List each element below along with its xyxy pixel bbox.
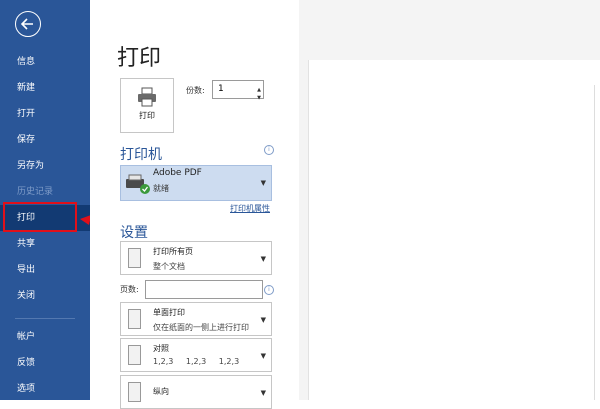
nav-open[interactable]: 打开 — [0, 101, 90, 127]
pages-icon — [128, 248, 141, 268]
dropdown-arrow-icon: ▼ — [260, 255, 266, 263]
preview-page — [308, 60, 600, 400]
nav-info[interactable]: 信息 — [0, 49, 90, 75]
sides-desc: 仅在纸面的一侧上进行打印 — [153, 323, 249, 332]
printer-select[interactable]: Adobe PDF 就绪 ▼ — [120, 165, 272, 201]
back-button[interactable] — [15, 11, 41, 37]
sides-select[interactable]: 单面打印 仅在纸面的一侧上进行打印 ▼ — [120, 302, 272, 336]
back-arrow-icon — [20, 18, 33, 30]
sides-label: 单面打印 — [153, 308, 185, 317]
orientation-label: 纵向 — [153, 387, 169, 396]
print-range-desc: 整个文档 — [153, 262, 185, 271]
print-range-label: 打印所有页 — [153, 247, 193, 256]
printer-name: Adobe PDF — [153, 168, 202, 178]
collate-select[interactable]: 对照 1,2,3 1,2,3 1,2,3 ▼ — [120, 338, 272, 372]
single-sided-icon — [128, 309, 141, 329]
print-panel: 打印 打印 份数: 1 ▲ ▼ 打印机 i Adobe PDF 就绪 ▼ 打印机… — [90, 0, 600, 409]
printer-status: 就绪 — [153, 184, 169, 193]
dropdown-arrow-icon: ▼ — [260, 316, 266, 324]
nav-save-as[interactable]: 另存为 — [0, 153, 90, 179]
print-preview-area — [299, 0, 600, 400]
printer-properties-link[interactable]: 打印机属性 — [230, 203, 270, 214]
annotation-highlight-box — [3, 202, 77, 232]
nav-account[interactable]: 帐户 — [0, 324, 90, 350]
print-range-select[interactable]: 打印所有页 整个文档 ▼ — [120, 241, 272, 275]
info-icon[interactable]: i — [264, 145, 274, 155]
printer-section-title: 打印机 — [120, 147, 162, 163]
collate-order: 1,2,3 1,2,3 1,2,3 — [153, 357, 240, 366]
copies-value: 1 — [218, 84, 224, 94]
portrait-icon — [128, 382, 141, 402]
pages-input[interactable] — [145, 280, 263, 299]
dropdown-arrow-icon: ▼ — [260, 179, 266, 187]
nav-feedback[interactable]: 反馈 — [0, 350, 90, 376]
page-title: 打印 — [117, 46, 162, 71]
nav-options[interactable]: 选项 — [0, 376, 90, 402]
preview-page-edge — [594, 85, 600, 400]
pages-label: 页数: — [120, 285, 139, 294]
dropdown-arrow-icon: ▼ — [260, 352, 266, 360]
nav-share[interactable]: 共享 — [0, 231, 90, 257]
copies-input[interactable]: 1 ▲ ▼ — [212, 80, 264, 101]
collate-label: 对照 — [153, 344, 169, 353]
info-icon[interactable]: i — [264, 285, 274, 295]
printer-device-icon — [126, 174, 150, 194]
orientation-select[interactable]: 纵向 ▼ — [120, 375, 272, 409]
nav-divider — [15, 318, 75, 319]
nav-new[interactable]: 新建 — [0, 75, 90, 101]
nav-export[interactable]: 导出 — [0, 257, 90, 283]
print-button[interactable]: 打印 — [120, 78, 174, 133]
nav-close[interactable]: 关闭 — [0, 283, 90, 309]
settings-section-title: 设置 — [120, 225, 148, 241]
printer-icon — [138, 87, 156, 107]
nav-save[interactable]: 保存 — [0, 127, 90, 153]
copies-label: 份数: — [186, 86, 205, 95]
dropdown-arrow-icon: ▼ — [260, 389, 266, 397]
spin-down-icon[interactable]: ▼ — [257, 90, 261, 107]
backstage-sidebar: 信息 新建 打开 保存 另存为 历史记录 打印 共享 导出 关闭 帐户 反馈 选… — [0, 0, 90, 400]
print-button-label: 打印 — [139, 111, 155, 120]
collate-icon — [128, 345, 141, 365]
